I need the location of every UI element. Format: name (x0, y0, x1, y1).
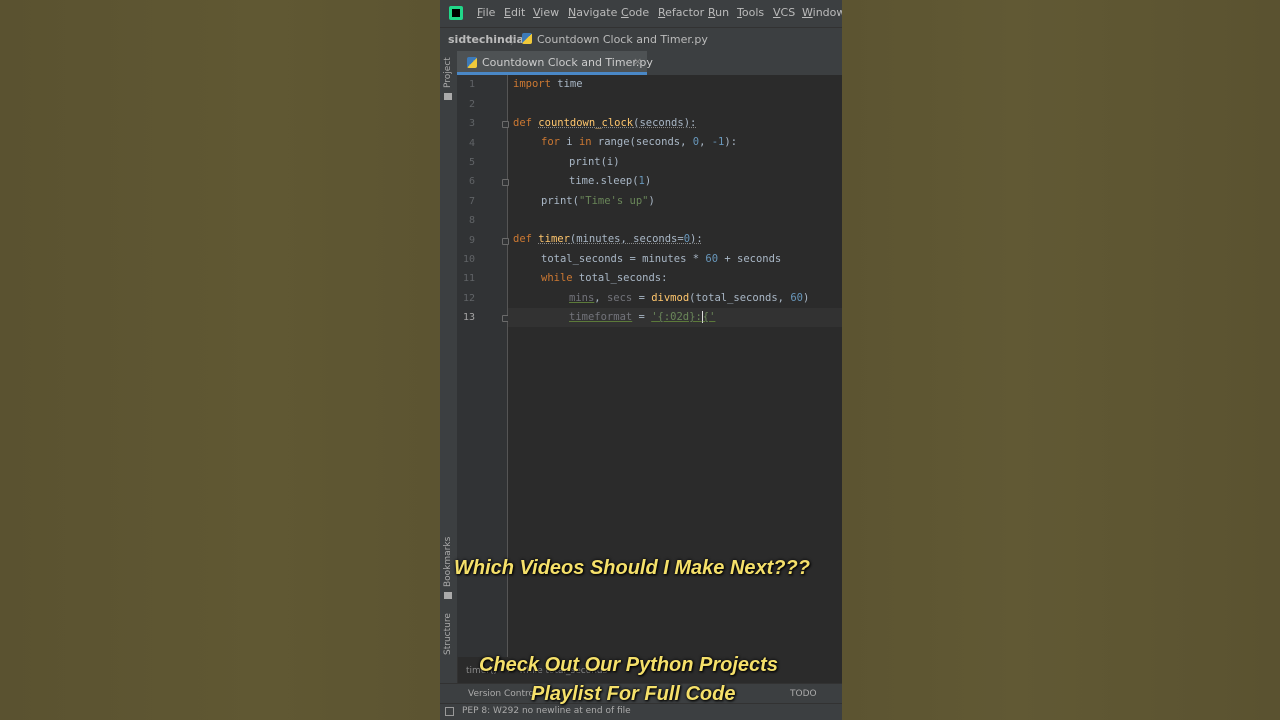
menu-refactor[interactable]: Refactor (658, 6, 704, 19)
code-line-6: time.sleep(1) (569, 175, 652, 187)
video-overlay-cta-line1: Check Out Our Python Projects (479, 654, 778, 676)
code-line-10: total_seconds = minutes * 60 + seconds (541, 253, 782, 265)
line-number: 3 (468, 118, 475, 129)
breadcrumb-file[interactable]: Countdown Clock and Timer.py (537, 33, 708, 46)
menu-edit[interactable]: Edit (504, 6, 525, 19)
left-background (0, 0, 440, 720)
menu-bar: File Edit View Navigate Code Refactor Ru… (440, 0, 842, 27)
project-tool-tab[interactable]: Project (443, 57, 453, 88)
python-file-icon (522, 33, 532, 44)
tab-label: Countdown Clock and Timer.py (482, 56, 653, 69)
bookmarks-tool-tab[interactable]: Bookmarks (443, 537, 453, 587)
menu-view[interactable]: View (533, 6, 559, 19)
fold-icon[interactable] (502, 179, 509, 186)
pycharm-logo-icon (449, 6, 463, 20)
breadcrumb: sidtechindia 〉 Countdown Clock and Timer… (440, 27, 842, 52)
editor-tab-bar: Countdown Clock and Timer.py × (457, 51, 842, 76)
python-file-icon (467, 57, 477, 68)
line-number: 7 (468, 196, 475, 207)
line-number: 5 (468, 157, 475, 168)
menu-code[interactable]: Code (621, 6, 649, 19)
video-overlay-question: Which Videos Should I Make Next??? (454, 557, 810, 579)
code-line-4: for i in range(seconds, 0, -1): (541, 136, 738, 148)
menu-run[interactable]: Run (708, 6, 729, 19)
structure-tool-tab[interactable]: Structure (443, 613, 453, 655)
line-number: 12 (462, 293, 475, 304)
fold-icon[interactable] (502, 121, 509, 128)
line-number: 1 (468, 79, 475, 90)
line-number: 11 (462, 273, 475, 284)
menu-tools[interactable]: Tools (737, 6, 764, 19)
current-line-number: 13 (462, 312, 475, 323)
line-number: 10 (462, 254, 475, 265)
line-number: 4 (468, 138, 475, 149)
menu-file[interactable]: File (477, 6, 495, 19)
line-number: 8 (468, 215, 475, 226)
line-number: 2 (468, 99, 475, 110)
left-tool-stripe: Project Bookmarks Structure (440, 51, 458, 706)
ide-window: File Edit View Navigate Code Refactor Ru… (440, 0, 842, 720)
close-icon[interactable]: × (633, 55, 642, 68)
code-line-9: def timer(minutes, seconds=0): (513, 233, 703, 245)
code-line-12: mins, secs = divmod(total_seconds, 60) (569, 292, 810, 304)
right-background (842, 0, 1280, 720)
breadcrumb-separator-icon: 〉 (510, 34, 521, 47)
code-line-11: while total_seconds: (541, 272, 668, 284)
line-number: 6 (468, 176, 475, 187)
text-caret: { (701, 311, 710, 323)
bookmark-icon (444, 592, 452, 599)
menu-navigate[interactable]: Navigate (568, 6, 617, 19)
code-line-1: import time (513, 78, 583, 90)
status-toggle-icon[interactable] (445, 707, 454, 716)
todo-tool-tab[interactable]: TODO (790, 689, 817, 699)
code-line-13[interactable]: timeformat = '{:02d}:{' (569, 308, 715, 327)
folder-icon (444, 93, 452, 100)
code-line-3: def countdown_clock(seconds): (513, 117, 697, 129)
version-control-tool-tab[interactable]: Version Control (468, 689, 537, 699)
status-message: PEP 8: W292 no newline at end of file (462, 706, 631, 716)
video-overlay-cta-line2: Playlist For Full Code (531, 683, 736, 705)
line-number: 9 (468, 235, 475, 246)
menu-window[interactable]: Window (802, 6, 842, 19)
code-line-7: print("Time's up") (541, 195, 655, 207)
fold-icon[interactable] (502, 238, 509, 245)
tab-countdown-clock[interactable]: Countdown Clock and Timer.py × (457, 51, 653, 75)
code-line-5: print(i) (569, 156, 620, 168)
menu-vcs[interactable]: VCS (773, 6, 795, 19)
